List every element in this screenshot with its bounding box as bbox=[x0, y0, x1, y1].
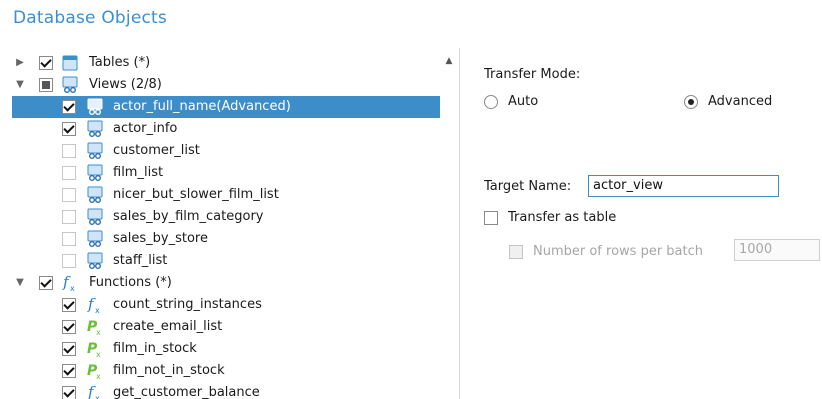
view-item[interactable]: sales_by_store bbox=[0, 228, 440, 250]
tables-checkbox[interactable] bbox=[39, 56, 53, 70]
view-item[interactable]: actor_info bbox=[0, 118, 440, 140]
mode-auto-radio[interactable] bbox=[484, 95, 498, 109]
view-item-label: actor_info bbox=[113, 121, 178, 136]
target-name-input[interactable]: actor_view bbox=[588, 175, 779, 197]
view-icon bbox=[87, 120, 103, 137]
mode-advanced-label[interactable]: Advanced bbox=[708, 94, 772, 109]
object-tree[interactable]: ▶ Tables (*) ▼ Views (2/8) actor_full_na… bbox=[0, 52, 440, 399]
view-icon bbox=[87, 142, 103, 159]
panel-divider bbox=[459, 48, 460, 399]
function-item[interactable]: f x count_string_instances bbox=[0, 294, 440, 316]
view-item[interactable]: staff_list bbox=[0, 250, 440, 272]
view-item-checkbox[interactable] bbox=[62, 100, 76, 114]
view-item[interactable]: nicer_but_slower_film_list bbox=[0, 184, 440, 206]
svg-text:x: x bbox=[95, 306, 100, 314]
function-item-checkbox[interactable] bbox=[62, 342, 76, 356]
svg-text:x: x bbox=[96, 328, 101, 336]
view-item-checkbox[interactable] bbox=[62, 232, 76, 246]
view-item[interactable]: sales_by_film_category bbox=[0, 206, 440, 228]
function-item[interactable]: P x film_in_stock bbox=[0, 338, 440, 360]
procedure-icon: P x bbox=[87, 319, 101, 336]
function-item-checkbox[interactable] bbox=[62, 386, 76, 399]
tree-node-label: Tables (*) bbox=[89, 55, 151, 70]
view-item-checkbox[interactable] bbox=[62, 122, 76, 136]
view-item-checkbox[interactable] bbox=[62, 254, 76, 268]
rows-per-batch-checkbox[interactable] bbox=[509, 245, 523, 259]
transfer-as-table-label[interactable]: Transfer as table bbox=[508, 210, 616, 225]
view-icon bbox=[87, 208, 103, 225]
expand-arrow-icon[interactable]: ▶ bbox=[13, 56, 27, 70]
function-item[interactable]: P x film_not_in_stock bbox=[0, 360, 440, 382]
view-icon bbox=[87, 252, 103, 269]
view-item-label: sales_by_film_category bbox=[113, 209, 264, 224]
view-item[interactable]: customer_list bbox=[0, 140, 440, 162]
view-item-checkbox[interactable] bbox=[62, 166, 76, 180]
function-item-checkbox[interactable] bbox=[62, 364, 76, 378]
target-name-label: Target Name: bbox=[484, 179, 572, 194]
view-item-checkbox[interactable] bbox=[62, 188, 76, 202]
view-item[interactable]: film_list bbox=[0, 162, 440, 184]
mode-advanced-radio[interactable] bbox=[684, 95, 698, 109]
view-item-label: film_list bbox=[113, 165, 164, 180]
tree-node-label: Views (2/8) bbox=[89, 77, 162, 92]
view-item-selected[interactable]: actor_full_name(Advanced) bbox=[12, 96, 440, 118]
scroll-up-arrow-icon[interactable]: ▲ bbox=[442, 54, 456, 68]
function-icon: f x bbox=[87, 384, 100, 399]
mode-auto-label[interactable]: Auto bbox=[508, 94, 538, 109]
view-icon bbox=[87, 164, 103, 181]
function-icon: f x bbox=[62, 274, 75, 292]
function-item-label: film_in_stock bbox=[113, 341, 197, 356]
view-icon bbox=[87, 186, 103, 203]
collapse-arrow-icon[interactable]: ▼ bbox=[13, 78, 27, 92]
tree-node-views[interactable]: ▼ Views (2/8) bbox=[0, 74, 440, 96]
view-item-label: nicer_but_slower_film_list bbox=[113, 187, 279, 202]
svg-text:x: x bbox=[96, 372, 101, 380]
tree-node-label: Functions (*) bbox=[89, 275, 172, 290]
function-icon: f x bbox=[87, 296, 100, 314]
view-item-label: customer_list bbox=[113, 143, 200, 158]
function-item-label: get_customer_balance bbox=[113, 385, 260, 399]
view-item-label: actor_full_name(Advanced) bbox=[113, 99, 291, 114]
rows-per-batch-input[interactable]: 1000 bbox=[734, 239, 820, 261]
view-icon bbox=[87, 230, 103, 247]
rows-per-batch-label: Number of rows per batch bbox=[533, 244, 703, 259]
view-item-checkbox[interactable] bbox=[62, 144, 76, 158]
view-item-label: sales_by_store bbox=[113, 231, 208, 246]
functions-checkbox[interactable] bbox=[39, 276, 53, 290]
collapse-arrow-icon[interactable]: ▼ bbox=[13, 276, 27, 290]
function-item[interactable]: f x get_customer_balance bbox=[0, 382, 440, 399]
tree-node-tables[interactable]: ▶ Tables (*) bbox=[0, 52, 440, 74]
function-item-checkbox[interactable] bbox=[62, 298, 76, 312]
function-item[interactable]: P x create_email_list bbox=[0, 316, 440, 338]
view-item-label: staff_list bbox=[113, 253, 168, 268]
function-item-label: create_email_list bbox=[113, 319, 223, 334]
svg-text:x: x bbox=[95, 394, 100, 399]
transfer-as-table-checkbox[interactable] bbox=[484, 211, 498, 225]
function-item-checkbox[interactable] bbox=[62, 320, 76, 334]
svg-text:x: x bbox=[96, 350, 101, 358]
views-checkbox[interactable] bbox=[39, 78, 53, 92]
view-item-checkbox[interactable] bbox=[62, 210, 76, 224]
tree-node-functions[interactable]: ▼ f x Functions (*) bbox=[0, 272, 440, 294]
procedure-icon: P x bbox=[87, 363, 101, 380]
page-title: Database Objects bbox=[13, 8, 167, 28]
procedure-icon: P x bbox=[87, 341, 101, 358]
transfer-mode-label: Transfer Mode: bbox=[484, 67, 581, 82]
view-icon bbox=[62, 76, 78, 93]
svg-text:x: x bbox=[70, 284, 75, 292]
view-icon bbox=[87, 98, 103, 115]
function-item-label: count_string_instances bbox=[113, 297, 262, 312]
function-item-label: film_not_in_stock bbox=[113, 363, 225, 378]
table-icon bbox=[62, 55, 78, 71]
